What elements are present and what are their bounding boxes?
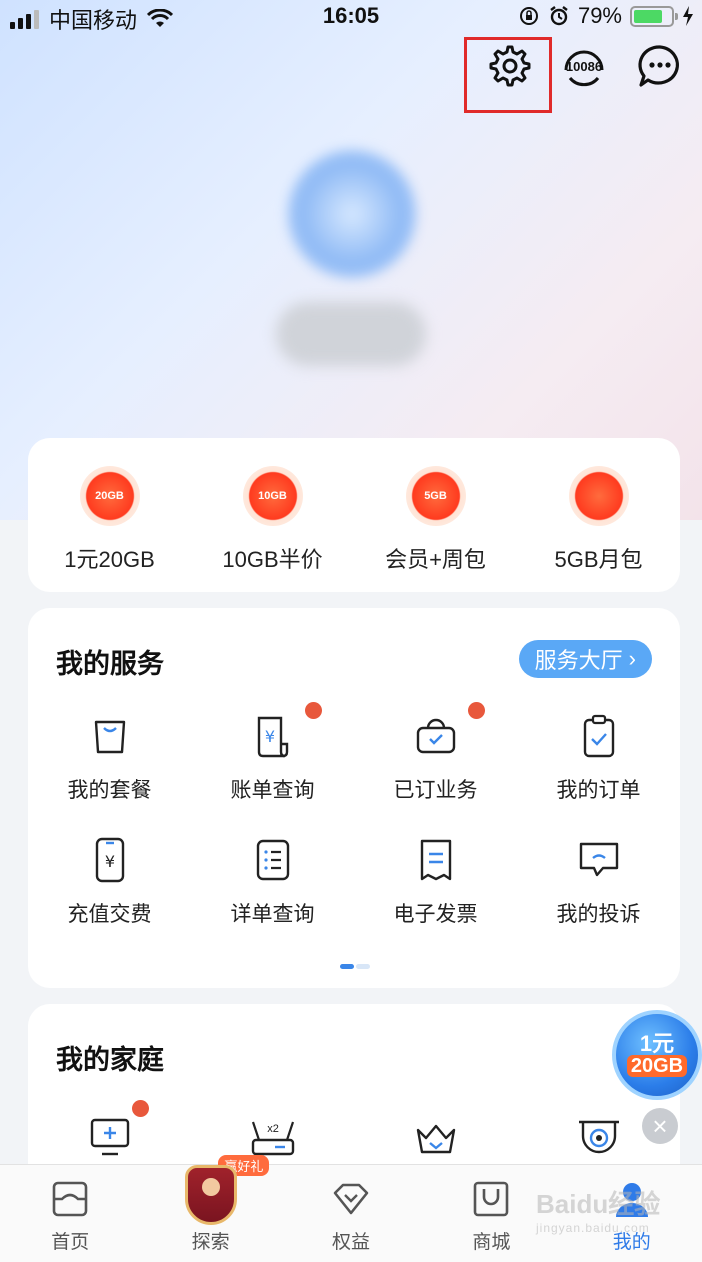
family-title: 我的家庭 [56,1045,164,1075]
shopping-bag-icon [86,712,134,760]
promo-item[interactable]: 10GB 10GB半价 [193,466,353,574]
service-item-subscriptions[interactable]: 已订业务 [354,702,517,804]
watermark: Baidu经验 jingyan.baidu.com [536,1184,686,1244]
service-label: 账单查询 [230,779,315,802]
battery-icon [630,5,678,27]
service-item-recharge[interactable]: ¥ 充值交费 [28,836,191,928]
user-name-pill[interactable] [276,302,426,366]
hotline-label: 10086 [566,59,602,74]
list-document-icon [249,836,297,884]
charging-icon [683,6,693,26]
family-item-crown[interactable] [354,1116,517,1164]
services-title: 我的服务 [56,649,164,679]
clipboard-check-icon [575,712,623,760]
promo-label: 1元20GB [64,547,155,572]
crown-icon [412,1116,460,1164]
data-coin-icon: 10GB [242,466,303,526]
orientation-lock-icon [519,7,538,25]
service-item-complaint[interactable]: 我的投诉 [517,836,680,928]
messages-button[interactable] [634,40,686,92]
explore-football-icon [184,1165,237,1225]
close-icon[interactable]: × [642,1108,678,1144]
family-item-router[interactable]: x2 [191,1116,354,1164]
service-item-bill[interactable]: ¥ 账单查询 [191,702,354,804]
service-hall-label: 服务大厅 [534,648,623,673]
tab-label: 权益 [331,1232,370,1253]
tab-explore[interactable]: 赢好礼 探索 [140,1155,280,1262]
router-tag: x2 [267,1123,279,1135]
service-label: 详单查询 [230,903,315,926]
settings-highlight-box [464,37,552,113]
tab-label: 首页 [51,1232,90,1253]
float-promo-line1: 1元 [639,1031,675,1056]
svg-text:¥: ¥ [264,727,274,746]
service-label: 电子发票 [393,903,478,926]
phone-yuan-icon: ¥ [86,836,134,884]
service-hall-button[interactable]: 服务大厅 › [518,640,652,678]
service-item-plan[interactable]: 我的套餐 [28,712,191,804]
float-promo-line2: 20GB [626,1055,688,1077]
promo-label: 会员+周包 [385,547,486,572]
family-item-tv[interactable] [28,1100,191,1164]
tab-home[interactable]: 首页 [0,1165,140,1262]
service-label: 我的投诉 [556,903,641,926]
briefcase-check-icon [412,712,460,760]
gift-box-icon: 20GB [79,466,140,526]
chat-icon [638,45,679,87]
promo-label: 10GB半价 [222,547,323,572]
tab-benefits[interactable]: 权益 [281,1165,421,1262]
service-item-invoice[interactable]: 电子发票 [354,836,517,928]
promo-item[interactable]: 5GB 会员+周包 [356,466,516,574]
promo-item[interactable]: 20GB 1元20GB [30,466,190,574]
tv-plus-icon [86,1116,134,1164]
promo-card: 20GB 1元20GB 10GB 10GB半价 5GB 会员+周包 5GB月包 [28,438,680,592]
chevron-right-icon: › [628,646,636,671]
tab-label: 探索 [191,1232,230,1253]
bill-icon: ¥ [249,712,297,760]
services-card: 我的服务 服务大厅 › 我的套餐 ¥ 账单查询 已订业务 我的订单 ¥ 充值交费… [28,608,680,988]
gift-package-icon: 5GB [405,466,466,526]
status-bar: 中国移动 16:05 79% [0,0,702,36]
home-store-icon [50,1179,90,1219]
hotline-button[interactable]: 10086 [558,40,610,92]
diamond-icon [331,1179,371,1219]
promo-item[interactable]: 5GB月包 [519,466,679,574]
service-label: 我的套餐 [67,779,152,802]
svg-text:¥: ¥ [104,852,114,871]
service-item-details[interactable]: 详单查询 [191,836,354,928]
notification-dot [132,1100,149,1117]
watermark-text: Baidu经验 [536,1189,661,1219]
notification-dot [468,702,485,719]
service-item-orders[interactable]: 我的订单 [517,712,680,804]
floating-promo-badge[interactable]: 1元 20GB [612,1010,702,1100]
camera-icon [575,1116,623,1164]
watermark-sub: jingyan.baidu.com [536,1221,650,1235]
notification-dot [305,702,322,719]
headset-icon: 10086 [564,50,604,87]
promo-label: 5GB月包 [554,547,643,572]
service-label: 我的订单 [556,779,641,802]
red-envelope-icon [568,466,629,526]
complaint-chat-icon [575,836,623,884]
alarm-icon [550,6,568,26]
service-label: 已订业务 [393,779,478,802]
battery-percent: 79% [577,3,622,28]
service-label: 充值交费 [67,903,152,926]
avatar[interactable] [288,150,416,278]
shopping-bag-icon [471,1179,511,1219]
page-indicator [340,964,370,969]
invoice-icon [412,836,460,884]
